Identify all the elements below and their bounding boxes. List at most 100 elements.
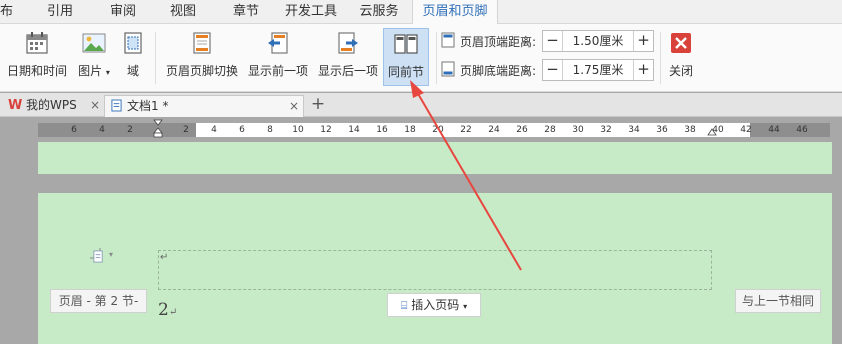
header-section-tag: 页眉 - 第 2 节- bbox=[50, 289, 147, 313]
picture-button[interactable]: 图片 ▾ bbox=[74, 28, 114, 86]
ruler-tick-label: 10 bbox=[292, 125, 304, 135]
tab-cloud-service[interactable]: 云服务 bbox=[352, 0, 406, 24]
footer-distance-icon bbox=[441, 61, 455, 77]
ruler-tick-label: 38 bbox=[684, 125, 696, 135]
ruler-tick-label: 46 bbox=[796, 125, 808, 135]
paragraph-mark: ↵ bbox=[160, 252, 169, 263]
tab-document-1[interactable]: 文档1 * × bbox=[104, 95, 304, 117]
same-as-previous-badge-label: 与上一节相同 bbox=[741, 294, 814, 308]
decrement-button[interactable]: − bbox=[543, 31, 563, 51]
ruler-tick-label: 8 bbox=[267, 125, 273, 135]
page-1-bottom bbox=[38, 142, 832, 174]
close-label: 关闭 bbox=[668, 64, 693, 78]
show-previous-label: 显示前一项 bbox=[247, 64, 308, 78]
close-header-footer-button[interactable]: 关闭 bbox=[664, 28, 698, 86]
page-number-text: 2↵ bbox=[158, 300, 177, 320]
decrement-button[interactable]: − bbox=[543, 60, 563, 80]
footer-bottom-distance-field: 页脚底端距离: − 1.75厘米 + bbox=[440, 59, 660, 81]
page-number-value: 2 bbox=[158, 300, 169, 320]
ruler-tick-label: 12 bbox=[320, 125, 332, 135]
ruler-tick-label: 44 bbox=[768, 125, 780, 135]
tab-document-1-label: 文档1 * bbox=[127, 99, 169, 113]
date-time-button[interactable]: 日期和时间 bbox=[4, 28, 70, 86]
wps-logo-icon: W bbox=[8, 98, 23, 113]
insert-page-number-label: 插入页码 bbox=[411, 298, 460, 312]
header-distance-icon bbox=[441, 32, 455, 48]
field-button[interactable]: 域 bbox=[118, 28, 148, 86]
same-as-previous-badge: 与上一节相同 bbox=[735, 289, 821, 313]
ruler-tick-label: 20 bbox=[432, 125, 444, 135]
footer-bottom-distance-label: 页脚底端距离: bbox=[460, 64, 537, 78]
date-time-label: 日期和时间 bbox=[6, 64, 67, 78]
menu-bar: 布局 引用 审阅 视图 章节 开发工具 云服务 页眉和页脚 bbox=[0, 0, 842, 43]
ruler-tick-label: 42 bbox=[740, 125, 752, 135]
ruler-tick-label: 34 bbox=[628, 125, 640, 135]
picture-icon bbox=[82, 33, 106, 53]
ruler-tick-label: 36 bbox=[656, 125, 668, 135]
ruler-tick-label: 6 bbox=[71, 125, 77, 135]
header-section-tag-label: 页眉 - 第 2 节- bbox=[58, 294, 139, 308]
show-previous-button[interactable]: 显示前一项 bbox=[245, 28, 311, 86]
tab-references[interactable]: 引用 bbox=[40, 0, 80, 24]
paragraph-mark: ↵ bbox=[168, 307, 178, 318]
ruler-tick-label: 6 bbox=[239, 125, 245, 135]
ruler-area: 6 4 2 2 4 6 8 10 12 14 16 18 20 22 24 26… bbox=[0, 117, 842, 142]
ribbon: 日期和时间 图片 ▾ 域 页眉页脚切换 显示前一项 显示后一项 同前节 页眉顶端… bbox=[0, 24, 842, 92]
close-tab-icon[interactable]: × bbox=[289, 96, 299, 116]
tab-chapter[interactable]: 章节 bbox=[224, 0, 268, 24]
header-edit-area[interactable]: ↵ bbox=[158, 250, 712, 290]
chevron-down-icon: ▾ bbox=[463, 302, 468, 311]
header-top-distance-value[interactable]: 1.50厘米 bbox=[564, 31, 632, 51]
calendar-icon bbox=[26, 32, 48, 54]
tab-view[interactable]: 视图 bbox=[163, 0, 203, 24]
switch-header-footer-button[interactable]: 页眉页脚切换 bbox=[163, 28, 241, 86]
increment-button[interactable]: + bbox=[633, 60, 653, 80]
ruler-tick-label: 2 bbox=[183, 125, 189, 135]
ruler-tick-label: 4 bbox=[211, 125, 217, 135]
document-tab-bar: W 我的WPS × 文档1 * × + bbox=[0, 93, 842, 117]
chevron-down-icon: ▾ bbox=[109, 250, 114, 259]
close-icon bbox=[671, 33, 691, 53]
paste-options-icon[interactable]: ▾ bbox=[92, 250, 122, 264]
tab-header-footer[interactable]: 页眉和页脚 bbox=[412, 0, 498, 25]
same-as-previous-icon bbox=[394, 34, 418, 54]
page-number-icon: ⌸ bbox=[400, 299, 408, 312]
field-label: 域 bbox=[126, 64, 139, 78]
ruler-tick-label: 32 bbox=[600, 125, 612, 135]
header-top-distance-label: 页眉顶端距离: bbox=[460, 35, 537, 49]
header-top-distance-stepper[interactable]: − 1.50厘米 + bbox=[542, 30, 654, 52]
insert-page-number-button[interactable]: ⌸ 插入页码 ▾ bbox=[387, 293, 481, 317]
ruler-tick-label: 16 bbox=[376, 125, 388, 135]
tab-my-wps[interactable]: W 我的WPS × bbox=[4, 95, 102, 117]
tab-my-wps-label: 我的WPS bbox=[26, 98, 77, 112]
horizontal-ruler[interactable]: 6 4 2 2 4 6 8 10 12 14 16 18 20 22 24 26… bbox=[38, 119, 830, 139]
ruler-tick-label: 2 bbox=[127, 125, 133, 135]
show-next-button[interactable]: 显示后一项 bbox=[315, 28, 381, 86]
footer-bottom-distance-value[interactable]: 1.75厘米 bbox=[564, 60, 632, 80]
switch-header-footer-label: 页眉页脚切换 bbox=[165, 64, 238, 78]
tab-layout[interactable]: 布局 bbox=[0, 0, 24, 43]
tab-review[interactable]: 审阅 bbox=[101, 0, 145, 24]
chevron-down-icon: ▾ bbox=[105, 68, 110, 77]
ruler-tick-label: 18 bbox=[404, 125, 416, 135]
footer-bottom-distance-stepper[interactable]: − 1.75厘米 + bbox=[542, 59, 654, 81]
ruler-tick-label: 24 bbox=[488, 125, 500, 135]
right-indent-marker[interactable] bbox=[707, 127, 717, 139]
show-next-label: 显示后一项 bbox=[317, 64, 378, 78]
ribbon-separator bbox=[660, 32, 661, 84]
document-icon bbox=[111, 99, 122, 112]
show-previous-icon bbox=[268, 32, 288, 54]
same-as-previous-button[interactable]: 同前节 bbox=[383, 28, 429, 86]
close-tab-icon[interactable]: × bbox=[90, 95, 100, 115]
new-tab-button[interactable]: + bbox=[310, 93, 326, 117]
ruler-tick-label: 26 bbox=[516, 125, 528, 135]
tab-developer[interactable]: 开发工具 bbox=[280, 0, 342, 24]
show-next-icon bbox=[338, 32, 358, 54]
ribbon-separator bbox=[436, 32, 437, 84]
picture-label: 图片 ▾ bbox=[78, 64, 110, 78]
left-indent-marker[interactable] bbox=[153, 119, 163, 139]
ribbon-separator bbox=[155, 32, 156, 84]
switch-header-footer-icon bbox=[193, 32, 211, 54]
increment-button[interactable]: + bbox=[633, 31, 653, 51]
header-top-distance-field: 页眉顶端距离: − 1.50厘米 + bbox=[440, 30, 660, 52]
